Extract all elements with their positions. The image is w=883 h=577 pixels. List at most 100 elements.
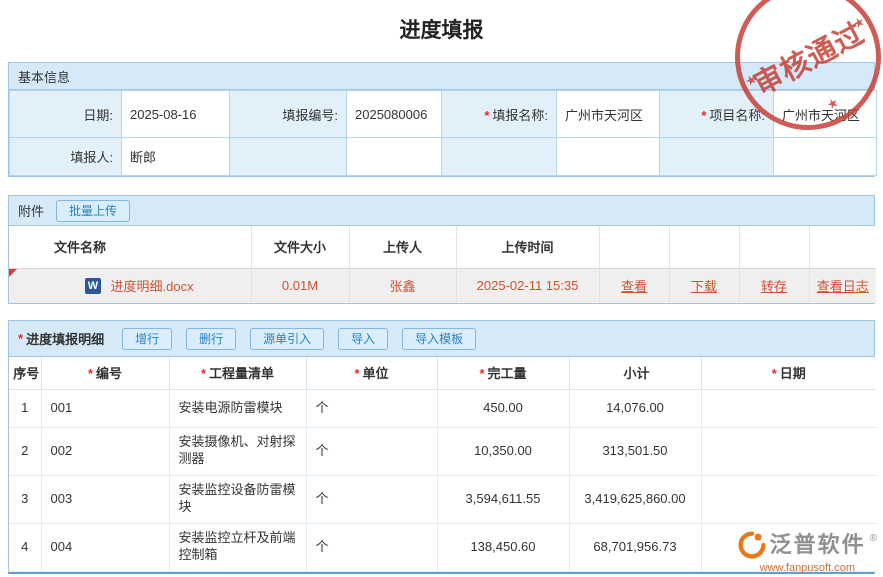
project-name-field[interactable]: 广州市天河区 bbox=[774, 91, 877, 138]
col-label: 编号 bbox=[96, 366, 122, 381]
batch-upload-button[interactable]: 批量上传 bbox=[56, 200, 130, 222]
empty-cell bbox=[557, 138, 660, 176]
cell-completed[interactable]: 450.00 bbox=[437, 389, 569, 427]
cell-date[interactable] bbox=[701, 475, 876, 523]
required-marker: * bbox=[479, 366, 484, 381]
required-marker: * bbox=[484, 108, 489, 123]
col-completed: * 完工量 bbox=[437, 357, 569, 389]
cell-code[interactable]: 003 bbox=[41, 475, 169, 523]
view-log-link[interactable]: 查看日志 bbox=[817, 279, 869, 294]
cell-item[interactable]: 安装摄像机、对射探测器 bbox=[169, 427, 306, 475]
empty-cell bbox=[774, 138, 877, 176]
col-code: *编号 bbox=[41, 357, 169, 389]
action-cell: 查看 bbox=[599, 268, 669, 303]
attach-col-filename: 文件名称 bbox=[9, 226, 251, 268]
attach-col-empty bbox=[809, 226, 876, 268]
field-label-reporter: 填报人: bbox=[10, 138, 122, 176]
brand-name: 泛普软件 bbox=[770, 531, 866, 559]
cell-completed[interactable]: 138,450.60 bbox=[437, 523, 569, 571]
download-link[interactable]: 下载 bbox=[691, 279, 717, 294]
row-note-marker-icon bbox=[9, 269, 17, 277]
attach-col-uploader: 上传人 bbox=[349, 226, 456, 268]
source-import-button[interactable]: 源单引入 bbox=[250, 328, 324, 350]
field-label-text: 填报编号: bbox=[282, 108, 338, 123]
empty-cell bbox=[230, 138, 347, 176]
file-size-cell: 0.01M bbox=[251, 268, 349, 303]
cell-seq: 1 bbox=[9, 389, 41, 427]
cell-item[interactable]: 安装电源防雷模块 bbox=[169, 389, 306, 427]
col-label: 序号 bbox=[13, 366, 39, 381]
uploader-cell: 张鑫 bbox=[349, 268, 456, 303]
attachments-table: 文件名称 文件大小 上传人 上传时间 W 进度明细.docx 0.01M 张鑫 … bbox=[9, 226, 876, 303]
import-button[interactable]: 导入 bbox=[338, 328, 388, 350]
cell-unit[interactable]: 个 bbox=[306, 427, 437, 475]
col-label: 小计 bbox=[623, 366, 649, 381]
field-label-text: 日期: bbox=[83, 108, 113, 123]
cell-seq: 2 bbox=[9, 427, 41, 475]
table-header-row: 序号 *编号 *工程量清单 *单位 *完工量 小计 *日期 bbox=[9, 357, 876, 389]
cell-subtotal: 68,701,956.73 bbox=[569, 523, 701, 571]
empty-cell bbox=[660, 138, 774, 176]
brand-watermark: 泛普软件 ® www.fanpusoft.com bbox=[738, 531, 877, 575]
cell-code[interactable]: 002 bbox=[41, 427, 169, 475]
brand-row: 泛普软件 ® bbox=[738, 531, 877, 562]
basic-info-table: 日期: 2025-08-16 填报编号: 2025080006 *填报名称: 广… bbox=[9, 90, 877, 176]
col-label: 完工量 bbox=[488, 366, 527, 381]
reporter-field[interactable]: 断郎 bbox=[122, 138, 230, 176]
cell-completed[interactable]: 3,594,611.55 bbox=[437, 475, 569, 523]
col-unit: *单位 bbox=[306, 357, 437, 389]
cell-subtotal: 3,419,625,860.00 bbox=[569, 475, 701, 523]
cell-item[interactable]: 安装监控立杆及前端控制箱 bbox=[169, 523, 306, 571]
cell-item[interactable]: 安装监控设备防雷模块 bbox=[169, 475, 306, 523]
col-subtotal: 小计 bbox=[569, 357, 701, 389]
cell-unit[interactable]: 个 bbox=[306, 475, 437, 523]
col-label: 单位 bbox=[363, 366, 389, 381]
import-template-button[interactable]: 导入模板 bbox=[402, 328, 476, 350]
cell-completed[interactable]: 10,350.00 bbox=[437, 427, 569, 475]
cell-unit[interactable]: 个 bbox=[306, 389, 437, 427]
basic-info-section: 基本信息 日期: 2025-08-16 填报编号: 2025080006 *填报… bbox=[8, 62, 875, 177]
brand-url: www.fanpusoft.com bbox=[738, 562, 877, 575]
progress-detail-header: * 进度填报明细 增行 删行 源单引入 导入 导入模板 bbox=[9, 321, 874, 357]
delete-row-button[interactable]: 删行 bbox=[186, 328, 236, 350]
transfer-link[interactable]: 转存 bbox=[761, 279, 787, 294]
table-header-row: 文件名称 文件大小 上传人 上传时间 bbox=[9, 226, 876, 268]
report-name-field[interactable]: 广州市天河区 bbox=[557, 91, 660, 138]
attach-col-empty bbox=[669, 226, 739, 268]
empty-cell bbox=[442, 138, 557, 176]
cell-code[interactable]: 001 bbox=[41, 389, 169, 427]
cell-date[interactable] bbox=[701, 389, 876, 427]
add-row-button[interactable]: 增行 bbox=[122, 328, 172, 350]
cell-code[interactable]: 004 bbox=[41, 523, 169, 571]
view-link[interactable]: 查看 bbox=[621, 279, 647, 294]
cell-unit[interactable]: 个 bbox=[306, 523, 437, 571]
field-label-project-name: *项目名称: bbox=[660, 91, 774, 138]
field-label-text: 填报名称: bbox=[492, 108, 548, 123]
action-cell: 下载 bbox=[669, 268, 739, 303]
upload-time-cell: 2025-02-11 15:35 bbox=[456, 268, 599, 303]
progress-report-page: 进度填报 审核通过 ★ ★ ★ 基本信息 日期: 2025-08-16 填报编号… bbox=[0, 0, 883, 577]
attachments-section: 附件 批量上传 文件名称 文件大小 上传人 上传时间 W bbox=[8, 195, 875, 304]
cell-date[interactable] bbox=[701, 427, 876, 475]
required-marker: * bbox=[772, 366, 777, 381]
progress-detail-title: 进度填报明细 bbox=[26, 329, 104, 348]
col-item: *工程量清单 bbox=[169, 357, 306, 389]
cell-subtotal: 14,076.00 bbox=[569, 389, 701, 427]
col-label: 日期 bbox=[780, 366, 806, 381]
attach-col-filesize: 文件大小 bbox=[251, 226, 349, 268]
required-marker: * bbox=[701, 108, 706, 123]
report-no-field[interactable]: 2025080006 bbox=[347, 91, 442, 138]
table-row: 2 002 安装摄像机、对射探测器 个 10,350.00 313,501.50 bbox=[9, 427, 876, 475]
date-field[interactable]: 2025-08-16 bbox=[122, 91, 230, 138]
attach-col-uploadtime: 上传时间 bbox=[456, 226, 599, 268]
cell-seq: 4 bbox=[9, 523, 41, 571]
file-name-link[interactable]: 进度明细.docx bbox=[111, 279, 194, 294]
page-title: 进度填报 bbox=[0, 14, 883, 44]
field-label-report-no: 填报编号: bbox=[230, 91, 347, 138]
col-label: 工程量清单 bbox=[209, 366, 274, 381]
action-cell: 查看日志 bbox=[809, 268, 876, 303]
fanpu-logo-icon bbox=[738, 531, 766, 562]
col-seq: 序号 bbox=[9, 357, 41, 389]
field-label-text: 项目名称: bbox=[709, 108, 765, 123]
attachments-title: 附件 bbox=[18, 201, 44, 220]
